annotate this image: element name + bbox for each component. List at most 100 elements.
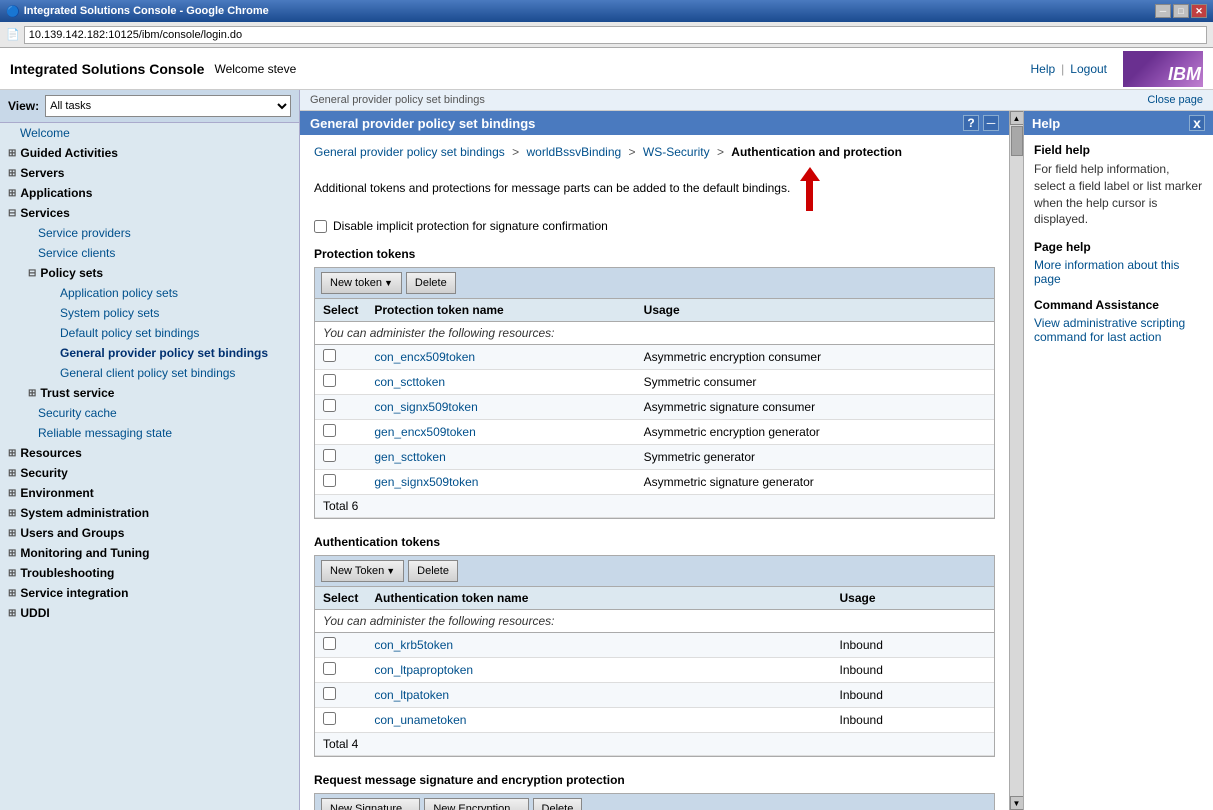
token-link[interactable]: gen_signx509token (374, 475, 478, 489)
protection-tokens-table: Select Protection token name Usage You c… (315, 298, 994, 518)
minimize-button[interactable]: ─ (1155, 4, 1171, 18)
new-signature-button[interactable]: New Signature... (321, 798, 420, 810)
token-link[interactable]: gen_encx509token (374, 425, 475, 439)
expand-icon: ⊞ (8, 488, 16, 499)
help-icon-btn[interactable]: ? (963, 115, 979, 131)
content-area: General provider policy set bindings Clo… (300, 90, 1213, 810)
delete-auth-tokens-button[interactable]: Delete (408, 560, 458, 582)
sidebar-item-security[interactable]: ⊞ Security (0, 463, 299, 483)
row-checkbox[interactable] (323, 449, 336, 462)
token-link[interactable]: gen_scttoken (374, 450, 445, 464)
sidebar-item-system-policy-sets[interactable]: System policy sets (50, 303, 299, 323)
breadcrumb-nav: General provider policy set bindings Clo… (300, 90, 1213, 111)
auth-token-link[interactable]: con_ltpatoken (374, 688, 449, 702)
nav-label: Policy sets (40, 266, 103, 280)
usage-cell: Inbound (832, 658, 995, 683)
auth-token-link[interactable]: con_unametoken (374, 713, 466, 727)
content-body: General provider policy set bindings > w… (300, 135, 1009, 810)
row-checkbox[interactable] (323, 374, 336, 387)
command-assistance-link[interactable]: View administrative scripting command fo… (1034, 316, 1185, 344)
row-checkbox[interactable] (323, 687, 336, 700)
row-checkbox[interactable] (323, 637, 336, 650)
expand-icon: ⊞ (8, 468, 16, 479)
sidebar-item-service-clients[interactable]: Service clients (20, 243, 299, 263)
row-checkbox[interactable] (323, 662, 336, 675)
usage-cell: Inbound (832, 683, 995, 708)
sidebar-item-policy-sets[interactable]: ⊟ Policy sets (20, 263, 299, 283)
help-link[interactable]: Help (1030, 62, 1055, 76)
logout-link[interactable]: Logout (1070, 62, 1107, 76)
new-encryption-button[interactable]: New Encryption... (424, 798, 528, 810)
sidebar-item-troubleshooting[interactable]: ⊞ Troubleshooting (0, 563, 299, 583)
field-help-title: Field help (1034, 143, 1203, 157)
sidebar-item-environment[interactable]: ⊞ Environment (0, 483, 299, 503)
sidebar-item-reliable-messaging[interactable]: Reliable messaging state (20, 423, 299, 443)
sidebar-item-welcome[interactable]: Welcome (0, 123, 299, 143)
scroll-thumb[interactable] (1011, 126, 1023, 156)
breadcrumb-links: General provider policy set bindings > w… (314, 145, 995, 159)
row-checkbox[interactable] (323, 424, 336, 437)
sidebar-item-general-client[interactable]: General client policy set bindings (50, 363, 299, 383)
disable-protection-checkbox[interactable] (314, 220, 327, 233)
expand-icon: ⊞ (8, 528, 16, 539)
sidebar-item-app-policy-sets[interactable]: Application policy sets (50, 283, 299, 303)
sidebar-item-services[interactable]: ⊟ Services (0, 203, 299, 223)
sidebar-item-service-providers[interactable]: Service providers (20, 223, 299, 243)
scroll-thumb-area (1010, 125, 1023, 796)
expand-icon: ⊟ (8, 208, 16, 219)
usage-cell: Asymmetric encryption consumer (636, 345, 994, 370)
page-help-link[interactable]: More information about this page (1034, 258, 1179, 286)
sidebar-item-monitoring[interactable]: ⊞ Monitoring and Tuning (0, 543, 299, 563)
view-select[interactable]: All tasks (45, 95, 291, 117)
token-link[interactable]: con_scttoken (374, 375, 445, 389)
close-button[interactable]: ✕ (1191, 4, 1207, 18)
resource-text: You can administer the following resourc… (315, 322, 994, 345)
nav-label: System administration (20, 506, 149, 520)
arrow-body (806, 181, 813, 211)
close-page-link[interactable]: Close page (1147, 94, 1203, 106)
sidebar-item-resources[interactable]: ⊞ Resources (0, 443, 299, 463)
row-checkbox[interactable] (323, 712, 336, 725)
nav-label: Security (20, 466, 67, 480)
token-link[interactable]: con_signx509token (374, 400, 477, 414)
sidebar-item-uddi[interactable]: ⊞ UDDI (0, 603, 299, 623)
sidebar-item-general-provider[interactable]: General provider policy set bindings (50, 343, 299, 363)
sidebar-item-servers[interactable]: ⊞ Servers (0, 163, 299, 183)
breadcrumb-current: Authentication and protection (731, 145, 902, 159)
minimize-panel-btn[interactable]: ─ (983, 115, 999, 131)
breadcrumb-link-2[interactable]: worldBssvBinding (526, 145, 621, 159)
auth-token-link[interactable]: con_ltpaproptoken (374, 663, 473, 677)
sidebar-item-service-integration[interactable]: ⊞ Service integration (0, 583, 299, 603)
sidebar-item-applications[interactable]: ⊞ Applications (0, 183, 299, 203)
token-link[interactable]: con_encx509token (374, 350, 475, 364)
row-checkbox[interactable] (323, 474, 336, 487)
scroll-up-button[interactable]: ▲ (1010, 111, 1024, 125)
breadcrumb-link-3[interactable]: WS-Security (643, 145, 710, 159)
maximize-button[interactable]: □ (1173, 4, 1189, 18)
sidebar: View: All tasks Welcome ⊞ Guided Activit… (0, 90, 300, 810)
row-checkbox[interactable] (323, 349, 336, 362)
ibm-logo: IBM (1123, 51, 1203, 87)
help-title-bar: Help x (1024, 111, 1213, 135)
auth-token-link[interactable]: con_krb5token (374, 638, 453, 652)
help-close-button[interactable]: x (1189, 115, 1205, 131)
request-protection-table-container: New Signature... New Encryption... Delet… (314, 793, 995, 810)
new-auth-token-button[interactable]: New Token ▼ (321, 560, 404, 582)
delete-protection-tokens-button[interactable]: Delete (406, 272, 456, 294)
sidebar-item-guided-activities[interactable]: ⊞ Guided Activities (0, 143, 299, 163)
sidebar-item-system-admin[interactable]: ⊞ System administration (0, 503, 299, 523)
sidebar-item-default-bindings[interactable]: Default policy set bindings (50, 323, 299, 343)
sidebar-item-users-groups[interactable]: ⊞ Users and Groups (0, 523, 299, 543)
sidebar-item-security-cache[interactable]: Security cache (20, 403, 299, 423)
delete-request-protection-button[interactable]: Delete (533, 798, 583, 810)
breadcrumb-link-1[interactable]: General provider policy set bindings (314, 145, 505, 159)
sidebar-item-trust-service[interactable]: ⊞ Trust service (20, 383, 299, 403)
usage-cell: Asymmetric signature generator (636, 470, 994, 495)
scroll-down-button[interactable]: ▼ (1010, 796, 1024, 810)
usage-cell: Asymmetric encryption generator (636, 420, 994, 445)
new-token-button[interactable]: New token ▼ (321, 272, 402, 294)
nav-label: Services (20, 206, 69, 220)
address-input[interactable] (24, 26, 1207, 44)
usage-cell: Symmetric consumer (636, 370, 994, 395)
row-checkbox[interactable] (323, 399, 336, 412)
